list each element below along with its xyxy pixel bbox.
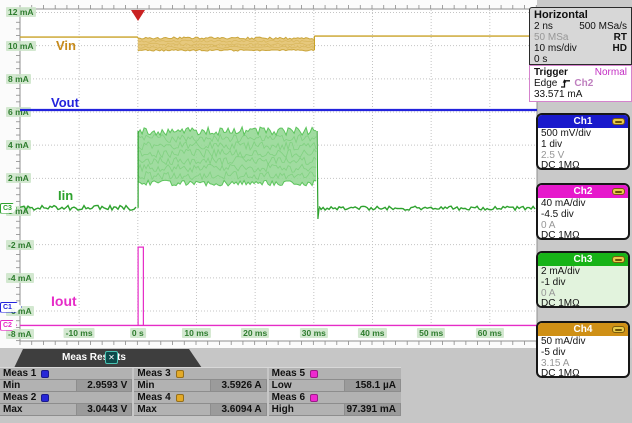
channel-coupling: DC 1MΩ [541,299,628,308]
horizontal-panel[interactable]: Horizontal 2 ns 500 MSa/s 50 MSa RT 10 m… [529,7,632,65]
channel-panel-ch3[interactable]: Ch3 2 mA/div -1 div 0 A DC 1MΩ [536,251,630,308]
meas-value: 2.9593 V [77,380,133,391]
realtime-mode-badge: RT [614,32,627,43]
meas-group-2: Meas 3 Min3.5926 A Meas 4 Max3.6094 A [134,368,266,416]
meas-stat: High [269,404,346,415]
meas-label: Meas 1 [3,368,36,379]
minimize-icon[interactable] [612,326,625,333]
y-axis-tick-label: -2 mA [6,240,34,250]
meas-stat: Min [0,380,77,391]
trigger-panel[interactable]: Trigger Normal Edge Ch2 33.571 mA [529,65,632,102]
x-axis-tick-label: 0 s [130,328,146,338]
meas-value: 158.1 µA [345,380,401,391]
meas-value: 97.391 mA [345,404,401,415]
channel-color-icon [310,394,318,402]
y-axis-tick-label: 2 mA [6,173,31,183]
meas-label: Meas 4 [137,392,170,403]
trigger-level: 33.571 mA [534,89,582,100]
meas-stat: Max [0,404,77,415]
channel-color-icon [310,370,318,378]
channel-name: Ch3 [574,254,593,265]
y-axis-tick-label: 6 mA [6,107,31,117]
y-axis-tick-label: 12 mA [6,7,36,17]
channel-position: -1 div [541,278,628,289]
horizontal-position: 0 s [534,54,547,65]
meas-value: 3.6094 A [211,404,267,415]
y-axis-tick-label: 10 mA [6,41,36,51]
trigger-source: Ch2 [574,78,593,89]
x-axis-tick-label: 30 ms [300,328,328,338]
y-axis-tick-label: -4 mA [6,273,34,283]
channel-color-icon [176,394,184,402]
sample-interval: 2 ns [534,21,553,32]
trace-label-iout: Iout [51,293,77,309]
trigger-type: Edge [534,78,557,89]
channel-panel-ch4[interactable]: Ch4 50 mA/div -5 div 3.15 A DC 1MΩ [536,321,630,378]
meas-group-1: Meas 1 Min2.9593 V Meas 2 Max3.0443 V [0,368,132,416]
channel-coupling: DC 1MΩ [541,231,628,240]
sample-rate: 500 MSa/s [579,21,627,32]
meas-label: Meas 3 [137,368,170,379]
x-axis-tick-label: 40 ms [358,328,386,338]
channel-panel-ch2[interactable]: Ch2 40 mA/div -4.5 div 0 A DC 1MΩ [536,183,630,240]
channel-coupling: DC 1MΩ [541,369,628,378]
minimize-icon[interactable] [612,118,625,125]
minimize-icon[interactable] [612,256,625,263]
y-axis-tick-label: 4 mA [6,140,31,150]
rising-edge-icon [560,78,571,89]
meas-label: Meas 5 [272,368,305,379]
effective-sample-rate: 50 MSa [534,32,568,43]
minimize-icon[interactable] [612,188,625,195]
trigger-position-marker[interactable] [131,10,145,21]
meas-stat: Min [134,380,211,391]
x-axis-tick-label: 10 ms [182,328,210,338]
channel-name: Ch4 [574,324,593,335]
meas-results-tab-bar: Meas Results ✕ [14,349,202,368]
meas-stat: Max [134,404,211,415]
x-axis-tick-label: 50 ms [417,328,445,338]
meas-value: 3.5926 A [211,380,267,391]
channel-position: -4.5 div [541,210,628,221]
channel-color-icon [41,370,49,378]
horizontal-panel-title: Horizontal [530,9,631,21]
x-axis-tick-label: 60 ms [476,328,504,338]
channel-name: Ch1 [574,116,593,127]
channel-panel-ch1[interactable]: Ch1 500 mV/div 1 div 2.5 V DC 1MΩ [536,113,630,170]
trigger-panel-title: Trigger [534,67,568,78]
channel-position: 1 div [541,140,628,151]
meas-group-3: Meas 5 Low158.1 µA Meas 6 High97.391 mA [269,368,401,416]
timebase-scale: 10 ms/div [534,43,577,54]
channel-color-icon [41,394,49,402]
hd-mode-badge: HD [613,43,627,54]
meas-label: Meas 6 [272,392,305,403]
x-axis-tick-label: 20 ms [241,328,269,338]
meas-results-table: Meas 1 Min2.9593 V Meas 2 Max3.0443 V Me… [0,367,401,416]
meas-stat: Low [269,380,346,391]
meas-value: 3.0443 V [77,404,133,415]
y-axis-tick-label: 8 mA [6,74,31,84]
trace-label-iin: Iin [58,188,73,203]
meas-label: Meas 2 [3,392,36,403]
channel-coupling: DC 1MΩ [541,161,628,170]
channel-name: Ch2 [574,186,593,197]
trace-label-vout: Vout [51,95,79,110]
channel-position: -5 div [541,348,628,359]
close-icon[interactable]: ✕ [105,351,118,364]
oscilloscope-screen: 12 mA10 mA8 mA6 mA4 mA2 mA0 mA-2 mA-4 mA… [0,0,632,423]
trigger-mode: Normal [595,67,627,78]
channel-color-icon [176,370,184,378]
trace-label-vin: Vin [56,38,76,53]
x-axis-tick-label: -10 ms [64,328,95,338]
